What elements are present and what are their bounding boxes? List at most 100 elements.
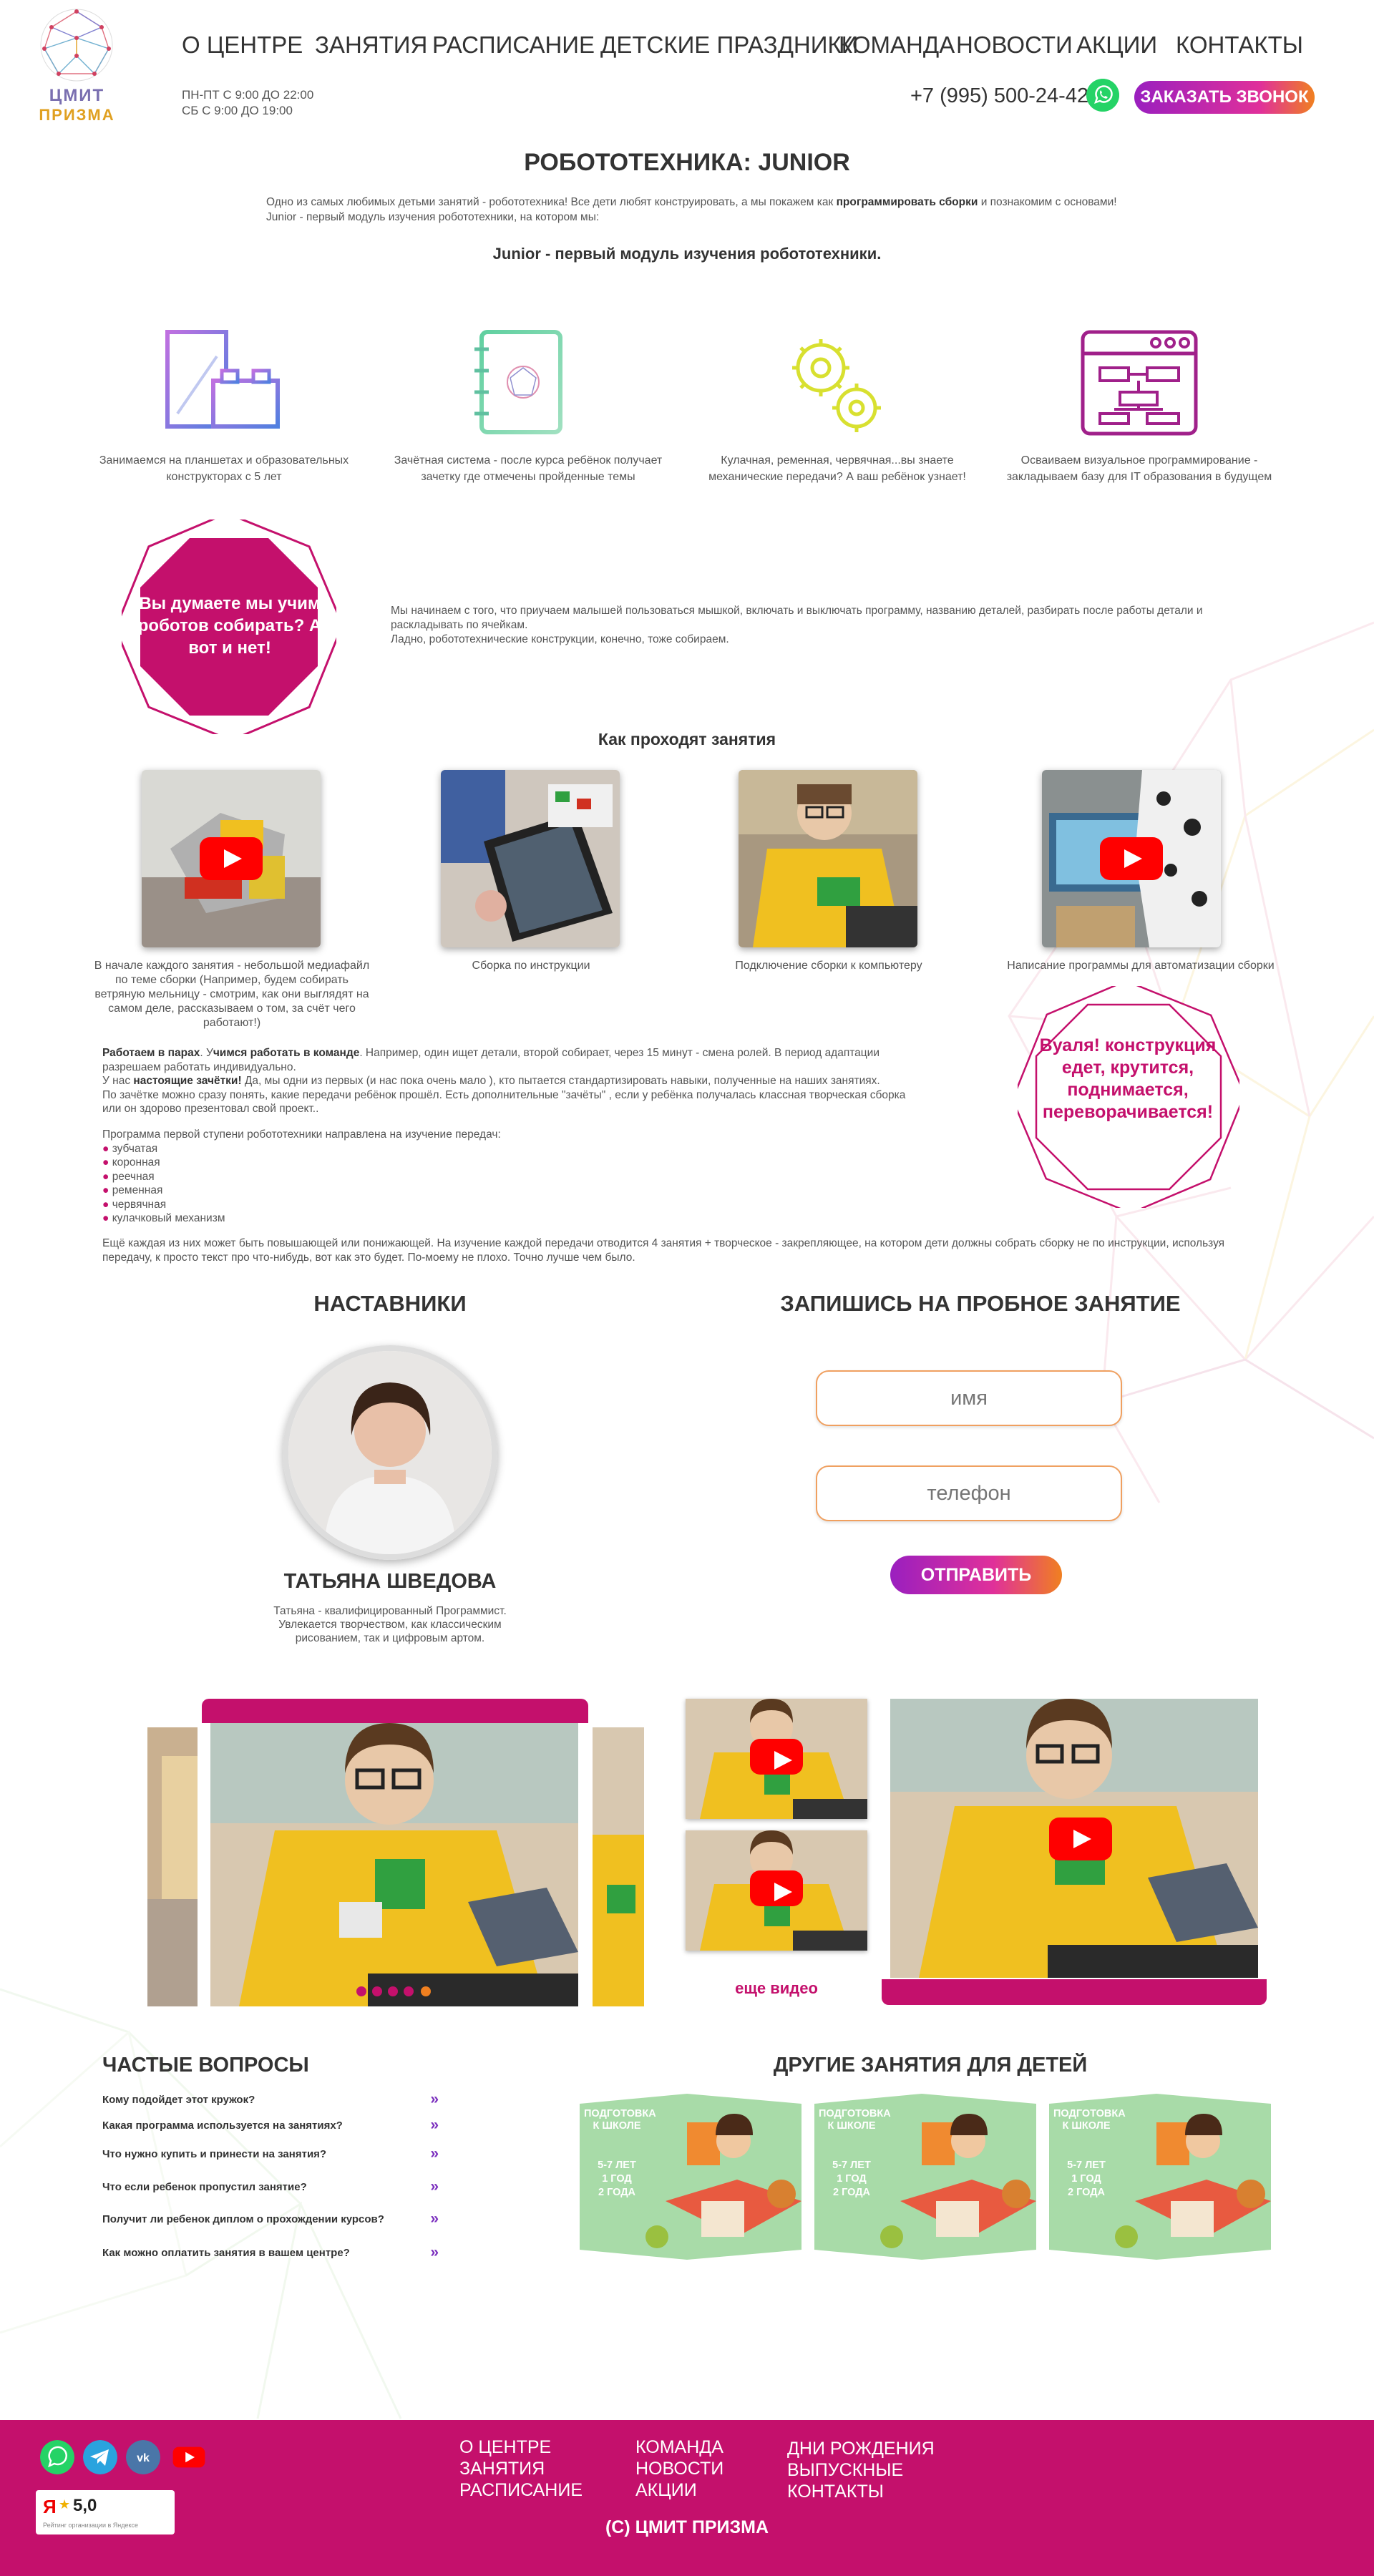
hours-saturday: СБ С 9:00 ДО 19:00 [182,104,293,117]
small-video-thumb[interactable] [686,1699,867,1819]
footer-link[interactable]: АКЦИИ [635,2480,697,2501]
mentor-avatar [283,1345,497,1560]
slider-dot-active[interactable] [421,1986,431,1996]
small-video-thumb[interactable] [686,1830,867,1951]
footer-link[interactable]: НОВОСТИ [635,2459,723,2479]
mentors-title: НАСТАВНИКИ [313,1291,467,1316]
mentor-description: Татьяна - квалифицированный Программист.… [273,1605,507,1644]
lesson-video-thumb[interactable] [441,770,620,947]
program-intro: Программа первой ступени робототехники н… [102,1128,501,1141]
slider-dot[interactable] [388,1986,398,1996]
nav-schedule[interactable]: РАСПИСАНИЕ [432,31,595,59]
slider-dot[interactable] [356,1986,366,1996]
gears-list-item: ● червячная [102,1198,167,1211]
faq-title: ЧАСТЫЕ ВОПРОСЫ [102,2054,309,2077]
lesson-video-thumb[interactable] [739,770,917,947]
footer-link[interactable]: ВЫПУСКНЫЕ [787,2460,903,2481]
youtube-play-icon[interactable] [1049,1818,1112,1860]
youtube-icon[interactable] [172,2440,206,2474]
rating-value: 5,0 [73,2496,97,2515]
class-card[interactable]: ПОДГОТОВКА К ШКОЛЕ 5-7 ЛЕТ 1 ГОД 2 ГОДА [1049,2094,1271,2260]
pairs-b2: чимся работать в команде [213,1047,360,1059]
octagon-outline-text: Вуаля! конструкция едет, крутится, подни… [1039,1035,1217,1122]
youtube-play-icon[interactable] [200,837,263,880]
video-footer-bar [882,1979,1267,2005]
card-age: 5-7 ЛЕТ [598,2160,636,2171]
card-duration: 1 ГОД [602,2173,632,2185]
footer-link[interactable]: ЗАНЯТИЯ [459,2459,545,2479]
whatsapp-icon[interactable] [40,2440,74,2474]
class-card[interactable]: ПОДГОТОВКА К ШКОЛЕ 5-7 ЛЕТ 1 ГОД 2 ГОДА [814,2094,1036,2260]
pairs-b3: настоящие зачётки! [133,1075,242,1087]
begin-line1: Мы начинаем с того, что приучаем малышей… [391,605,1203,631]
youtube-play-icon[interactable] [750,1870,803,1906]
page-title: РОБОТОТЕХНИКА: JUNIOR [524,149,850,176]
slider-dot[interactable] [404,1986,414,1996]
star-icon: ★ [59,2497,71,2512]
nav-news[interactable]: НОВОСТИ [956,31,1073,59]
feature-item: Кулачная, ременная, червячная...вы знает… [698,328,977,485]
class-card[interactable]: ПОДГОТОВКА К ШКОЛЕ 5-7 ЛЕТ 1 ГОД 2 ГОДА [580,2094,802,2260]
youtube-play-icon[interactable] [750,1739,803,1775]
svg-text:vk: vk [137,2452,150,2464]
submit-button[interactable]: ОТПРАВИТЬ [890,1556,1062,1594]
faq-item[interactable]: Что если ребенок пропустил занятие?» [102,2178,439,2195]
slider-main-photo[interactable] [210,1723,578,2006]
tablet-blocks-icon [165,330,280,429]
slider-next-photo[interactable] [593,1727,644,2006]
feature-item: Занимаемся на планшетах и образовательны… [84,328,364,485]
yandex-logo-icon: Я [43,2496,57,2517]
lesson-video-thumb[interactable] [1042,770,1221,947]
more-video-link[interactable]: еще видео [687,1979,866,1998]
nav-kids-parties[interactable]: ДЕТСКИЕ ПРАЗДНИКИ [600,31,858,59]
footer-link[interactable]: РАСПИСАНИЕ [459,2480,583,2501]
whatsapp-icon[interactable] [1086,79,1119,112]
begin-text: Мы начинаем с того, что приучаем малышей… [391,604,1207,647]
phone-input[interactable] [816,1465,1122,1521]
nav-contacts[interactable]: КОНТАКТЫ [1176,31,1303,59]
nav-about[interactable]: О ЦЕНТРЕ [182,31,303,59]
card-age: 5-7 ЛЕТ [832,2160,871,2171]
logo-icon[interactable] [37,6,116,84]
transmissions-text: Ещё каждая из них может быть повышающей … [102,1237,1225,1264]
chevron-right-icon: » [430,2117,439,2133]
footer-link[interactable]: О ЦЕНТРЕ [459,2437,551,2458]
chevron-right-icon: » [430,2178,439,2195]
big-video-thumb[interactable] [890,1699,1258,1978]
how-lessons-title: Как проходят занятия [598,730,776,748]
card-hours: 2 ГОДА [1067,2187,1105,2198]
vk-icon[interactable]: vk [126,2440,160,2474]
slider-prev-photo[interactable] [147,1727,198,2006]
faq-item[interactable]: Получит ли ребенок диплом о прохождении … [102,2210,439,2227]
faq-item[interactable]: Кому подойдет этот кружок?» [102,2091,439,2107]
card-title: ПОДГОТОВКА К ШКОЛЕ [819,2108,891,2132]
phone-number[interactable]: +7 (995) 500-24-42 [910,84,1088,108]
lesson-step-caption: Написание программы для автоматизации сб… [1007,960,1275,972]
slider-dot[interactable] [372,1986,382,1996]
working-hours: ПН-ПТ С 9:00 ДО 22:00 СБ С 9:00 ДО 19:00 [182,87,313,119]
gears-list-item: ● зубчатая [102,1142,158,1155]
faq-item[interactable]: Какая программа используется на занятиях… [102,2117,439,2133]
pairs-t4: Да, мы одни из первых (и нас пока очень … [241,1075,880,1087]
pairs-t3: У нас [102,1075,134,1087]
pairs-t1: . У [200,1047,213,1059]
signup-title: ЗАПИШИСЬ НА ПРОБНОЕ ЗАНЯТИЕ [780,1291,1181,1316]
lesson-video-thumb[interactable] [142,770,321,947]
intro-text: Одно из самых любимых детьми занятий - р… [266,195,1139,225]
nav-classes[interactable]: ЗАНЯТИЯ [315,31,427,59]
faq-item[interactable]: Что нужно купить и принести на занятия?» [102,2145,439,2162]
footer-link[interactable]: КОНТАКТЫ [787,2482,884,2502]
faq-item[interactable]: Как можно оплатить занятия в вашем центр… [102,2244,439,2260]
card-title: ПОДГОТОВКА К ШКОЛЕ [584,2108,656,2132]
name-input[interactable] [816,1370,1122,1426]
telegram-icon[interactable] [83,2440,117,2474]
nav-promotions[interactable]: АКЦИИ [1076,31,1157,59]
nav-team[interactable]: КОМАНДА [839,31,955,59]
youtube-play-icon[interactable] [1100,837,1163,880]
footer-link[interactable]: КОМАНДА [635,2437,723,2458]
page-root: ЦМИТ ПРИЗМА О ЦЕНТРЕ ЗАНЯТИЯ РАСПИСАНИЕ … [0,0,1374,2576]
footer-link[interactable]: ДНИ РОЖДЕНИЯ [787,2439,935,2459]
logo-text-top: ЦМИТ [49,86,105,105]
order-call-button[interactable]: ЗАКАЗАТЬ ЗВОНОК [1134,81,1315,114]
pairs-t5: По зачётке можно сразу понять, какие пер… [102,1088,906,1116]
